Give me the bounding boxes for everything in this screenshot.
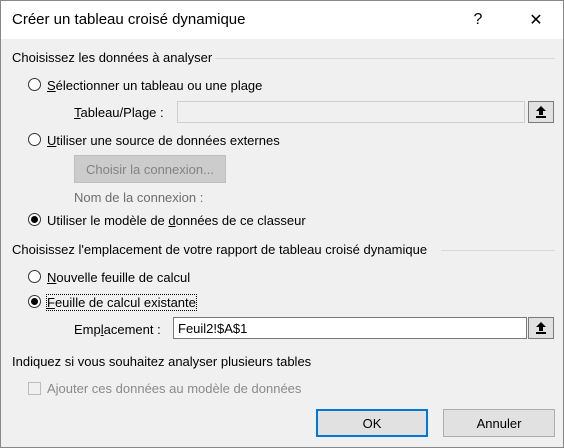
collapse-dialog-icon <box>536 322 546 334</box>
help-icon: ? <box>473 11 483 28</box>
source-section-label: Choisissez les données à analyser <box>12 50 213 65</box>
close-button[interactable]: ✕ <box>513 1 559 39</box>
dialog-title: Créer un tableau croisé dynamique <box>12 11 246 28</box>
range-input[interactable] <box>177 101 525 123</box>
location-field-label: Emplacement : <box>74 322 161 337</box>
placement-section-divider <box>441 250 555 251</box>
radio-external-source[interactable] <box>28 133 41 146</box>
range-collapse-button[interactable] <box>528 101 554 123</box>
ok-button[interactable]: OK <box>316 409 428 437</box>
radio-new-sheet-label[interactable]: Nouvelle feuille de calcul <box>47 270 190 285</box>
radio-data-model[interactable] <box>28 213 41 226</box>
help-button[interactable]: ? <box>455 1 501 39</box>
source-section-divider <box>215 58 555 59</box>
pivot-table-dialog: Créer un tableau croisé dynamique ? ✕ Ch… <box>0 0 564 448</box>
range-field-label: Tableau/Plage : <box>74 105 164 120</box>
radio-select-range-label[interactable]: Sélectionner un tableau ou une plage <box>47 78 262 93</box>
collapse-dialog-icon <box>536 106 546 118</box>
title-bar: Créer un tableau croisé dynamique ? ✕ <box>1 1 563 39</box>
radio-external-source-label[interactable]: Utiliser une source de données externes <box>47 133 280 148</box>
location-collapse-button[interactable] <box>528 317 554 339</box>
connection-name-label: Nom de la connexion : <box>74 190 204 205</box>
radio-data-model-label[interactable]: Utiliser le modèle de données de ce clas… <box>47 213 306 228</box>
add-to-data-model-label[interactable]: Ajouter ces données au modèle de données <box>47 381 301 396</box>
close-icon: ✕ <box>529 12 543 29</box>
multi-table-section-label: Indiquez si vous souhaitez analyser plus… <box>12 354 312 369</box>
placement-section-label: Choisissez l'emplacement de votre rappor… <box>12 242 428 257</box>
radio-existing-sheet[interactable] <box>28 295 41 308</box>
radio-new-sheet[interactable] <box>28 270 41 283</box>
add-to-data-model-checkbox[interactable] <box>28 382 41 395</box>
location-input[interactable]: Feuil2!$A$1 <box>173 317 527 339</box>
radio-existing-sheet-label[interactable]: Feuille de calcul existante <box>46 294 197 311</box>
radio-select-range[interactable] <box>28 78 41 91</box>
cancel-button[interactable]: Annuler <box>443 409 555 437</box>
choose-connection-button[interactable]: Choisir la connexion... <box>74 155 226 183</box>
